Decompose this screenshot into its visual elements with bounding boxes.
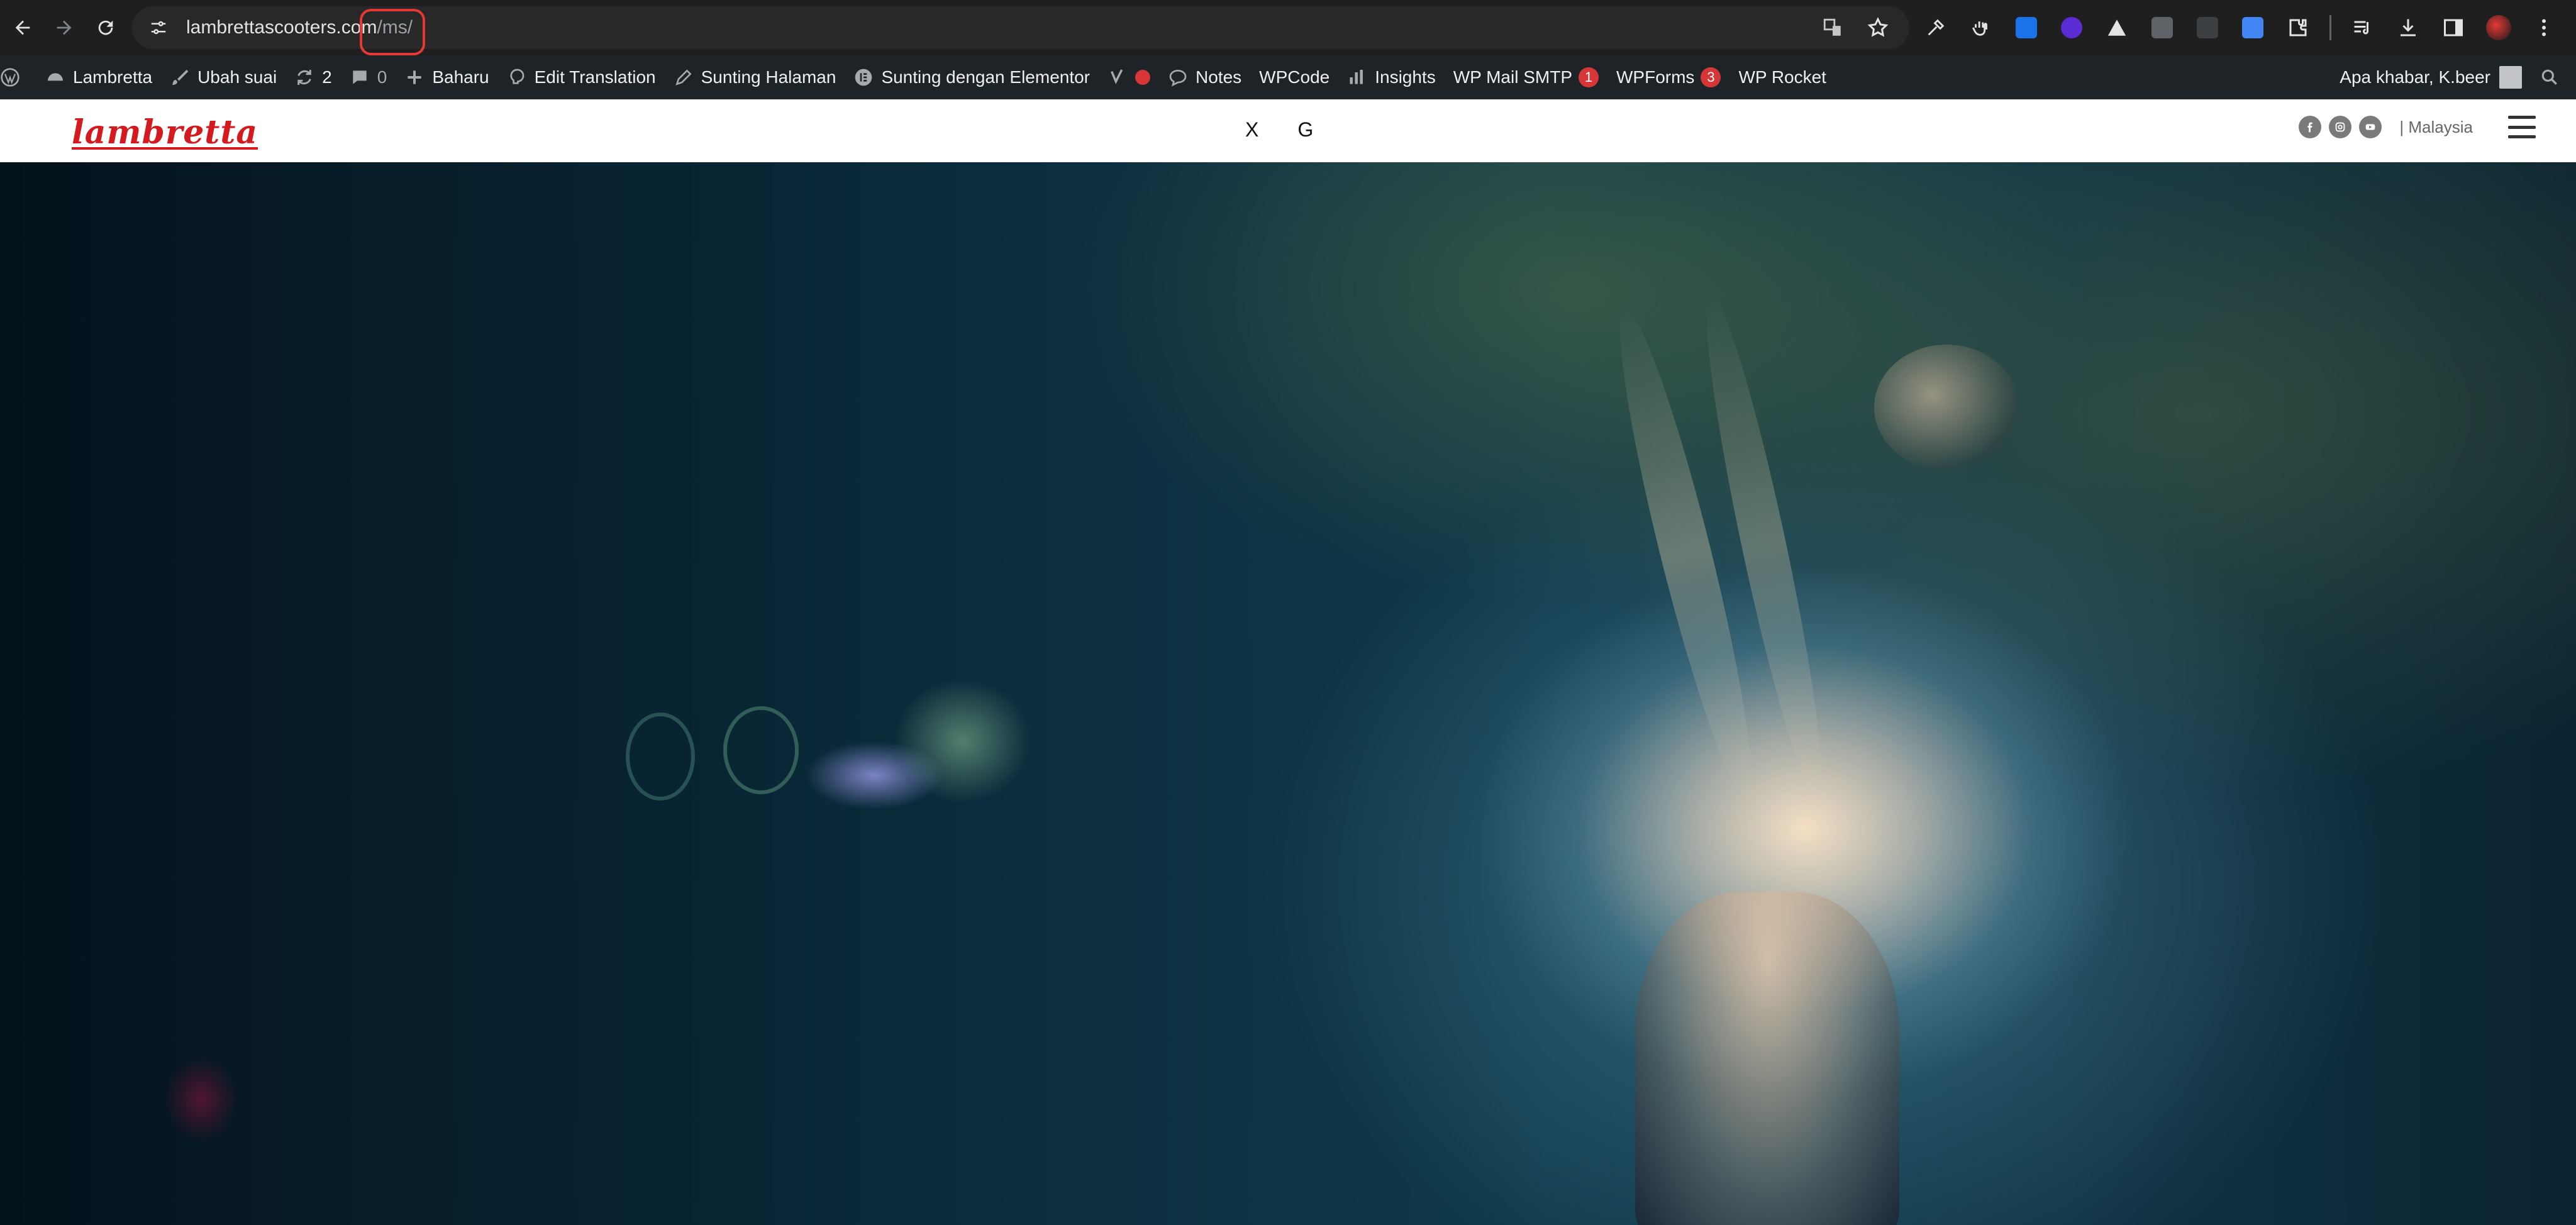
search-icon[interactable] (2531, 55, 2576, 99)
s-extension-icon[interactable] (2009, 8, 2044, 48)
wp-item-wpcode-label: WPCode (1259, 67, 1330, 87)
lens-flare-ring (723, 706, 799, 794)
hamburger-menu-icon[interactable] (2508, 116, 2536, 138)
wp-item-wp-rocket[interactable]: WP Rocket (1729, 55, 1835, 99)
brush-icon (172, 70, 189, 85)
wp-item-edit-page[interactable]: Sunting Halaman (665, 55, 845, 99)
wordpress-logo-icon[interactable] (0, 55, 36, 99)
wp-item-edit-translation-label: Edit Translation (534, 67, 656, 87)
wp-item-customize-label: Ubah suai (197, 67, 277, 87)
notes-icon (1169, 69, 1187, 87)
wp-item-new[interactable]: Baharu (396, 55, 497, 99)
wp-item-wp-rocket-label: WP Rocket (1738, 67, 1826, 87)
header-right: | Malaysia (2299, 116, 2536, 138)
wp-item-updates[interactable]: 2 (286, 55, 341, 99)
wp-account-menu[interactable]: Apa khabar, K.beer (2331, 55, 2531, 99)
wp-item-site[interactable]: Lambretta (36, 55, 161, 99)
browser-toolbar: lambrettascooters.com/ms/ (0, 0, 2576, 55)
lens-flare-glow (893, 678, 1031, 804)
translation-icon (510, 69, 524, 84)
instagram-icon[interactable] (2329, 116, 2352, 138)
hero-video-background (0, 162, 2576, 1225)
comment-icon (353, 70, 367, 84)
notification-badge: 1 (1579, 67, 1599, 87)
wp-item-elementor-label: Sunting dengan Elementor (881, 67, 1091, 87)
scooter-body (1635, 892, 1899, 1225)
greeting-text: Apa khabar, K.beer (2340, 67, 2490, 87)
sidepanel-icon[interactable] (2436, 8, 2471, 48)
yoast-icon[interactable] (1099, 55, 1159, 99)
elementor-icon (855, 69, 872, 86)
wp-item-comments[interactable]: 0 (341, 55, 396, 99)
google-translate-icon[interactable] (2235, 8, 2270, 48)
back-icon[interactable] (4, 9, 42, 47)
wp-item-notes[interactable]: Notes (1159, 55, 1250, 99)
wp-item-mail-smtp[interactable]: WP Mail SMTP 1 (1445, 55, 1607, 99)
download-ext-icon[interactable] (2054, 8, 2089, 48)
hand-icon[interactable] (1963, 8, 1999, 48)
site-info-icon[interactable] (140, 9, 177, 47)
site-header: lambretta X G | Malaysia (0, 99, 2576, 162)
wp-item-new-label: Baharu (432, 67, 489, 87)
wp-item-wpforms-label: WPForms (1616, 67, 1695, 87)
puzzle-icon[interactable] (2280, 8, 2316, 48)
red-light-spot (164, 1055, 239, 1143)
profile-icon[interactable] (2481, 8, 2516, 48)
lambretta-logo[interactable]: lambretta (72, 113, 258, 152)
dashboard-icon (48, 73, 63, 81)
wp-admin-bar: Lambretta Ubah suai 2 0 Baharu Edit Tran… (0, 55, 2576, 99)
wp-item-elementor[interactable]: Sunting dengan Elementor (845, 55, 1099, 99)
menu-dots-icon[interactable] (2526, 8, 2562, 48)
lens-flare-ring (626, 712, 695, 801)
wp-item-edit-page-label: Sunting Halaman (701, 67, 836, 87)
region-selector[interactable]: | Malaysia (2399, 118, 2473, 137)
wp-item-customize[interactable]: Ubah suai (161, 55, 286, 99)
wp-item-site-label: Lambretta (73, 67, 153, 87)
wp-item-comments-count: 0 (377, 67, 387, 87)
rider-helmet (1874, 345, 2019, 470)
wp-admin-bar-right: Apa khabar, K.beer (2331, 55, 2576, 99)
insights-icon (1350, 70, 1363, 84)
seo-status-dot (1135, 70, 1151, 85)
triangle-ext-icon[interactable] (2099, 8, 2135, 48)
url-highlight-annotation (360, 9, 425, 55)
wp-item-wpcode[interactable]: WPCode (1250, 55, 1338, 99)
media-icon[interactable] (2345, 8, 2380, 48)
wp-item-updates-count: 2 (322, 67, 332, 87)
wp-item-notes-label: Notes (1196, 67, 1242, 87)
facebook-icon[interactable] (2299, 116, 2322, 138)
toolbar-separator (2329, 15, 2331, 40)
extensions-bar (1918, 8, 2562, 48)
code-ext-icon[interactable] (2190, 8, 2225, 48)
updates-icon (297, 70, 311, 85)
header-link-g[interactable]: G (1297, 118, 1313, 141)
header-center-links: X G (1245, 118, 1313, 141)
wp-item-insights[interactable]: Insights (1338, 55, 1445, 99)
header-link-x[interactable]: X (1245, 118, 1258, 141)
plus-icon (408, 70, 421, 84)
youtube-icon[interactable] (2359, 116, 2382, 138)
wp-item-wpforms[interactable]: WPForms 3 (1607, 55, 1729, 99)
wp-item-mail-smtp-label: WP Mail SMTP (1453, 67, 1572, 87)
bookmark-star-icon[interactable] (1862, 11, 1894, 44)
translate-icon[interactable] (1816, 11, 1849, 44)
m-extension-icon[interactable] (2145, 8, 2180, 48)
avatar (2499, 66, 2522, 89)
eyedropper-icon[interactable] (1918, 8, 1953, 48)
forward-icon[interactable] (45, 9, 83, 47)
wp-item-insights-label: Insights (1375, 67, 1436, 87)
pencil-icon (675, 69, 692, 86)
reload-icon[interactable] (87, 9, 125, 47)
notification-badge: 3 (1701, 67, 1721, 87)
wp-item-edit-translation[interactable]: Edit Translation (498, 55, 665, 99)
download-icon[interactable] (2390, 8, 2426, 48)
